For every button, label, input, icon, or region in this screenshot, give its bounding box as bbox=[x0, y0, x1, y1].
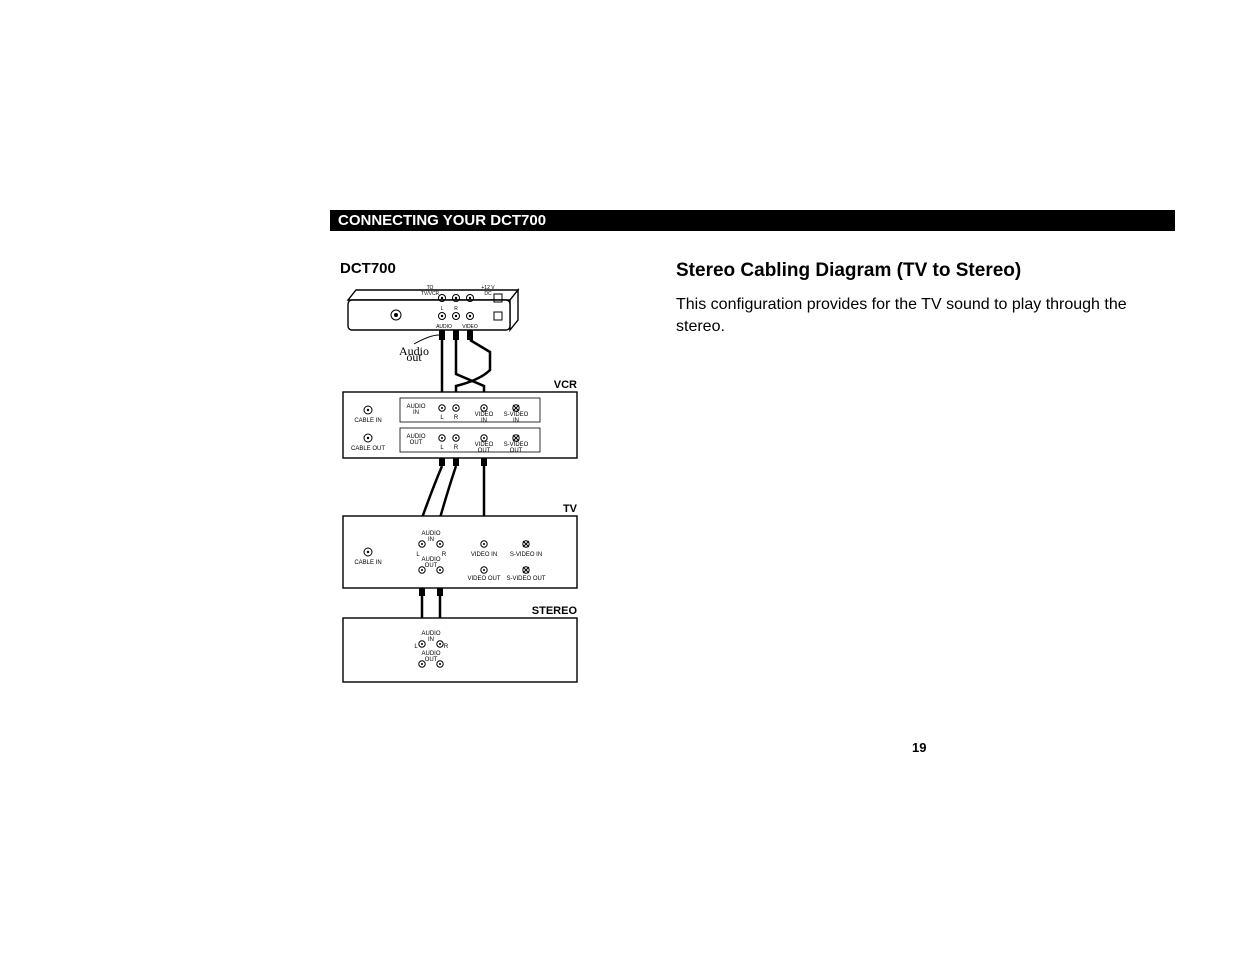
dct700-unit: TOTV/VCR +12 VDC AUDIO L R VIDEO bbox=[348, 285, 518, 340]
tv-in-video: VIDEO IN bbox=[471, 552, 497, 558]
vcr-label: VCR bbox=[554, 379, 577, 391]
tv-out-svideo: S-VIDEO OUT bbox=[506, 576, 545, 582]
dct-r: R bbox=[454, 306, 458, 312]
vcr-cablein: CABLE IN bbox=[354, 418, 381, 424]
tv-label: TV bbox=[563, 503, 578, 515]
section-header: CONNECTING YOUR DCT700 bbox=[330, 210, 1175, 231]
page-number: 19 bbox=[912, 740, 926, 755]
tv-cablein: CABLE IN bbox=[354, 560, 381, 566]
audio-out-label: Audioout bbox=[399, 344, 429, 364]
dct-video: VIDEO bbox=[462, 324, 478, 330]
manual-page: CONNECTING YOUR DCT700 DCT700 Stereo Cab… bbox=[0, 0, 1235, 954]
vcr-out-r: R bbox=[454, 445, 459, 451]
dct-l: L bbox=[441, 306, 444, 312]
tv-in-r: R bbox=[442, 552, 447, 558]
tv-out-video: VIDEO OUT bbox=[467, 576, 500, 582]
diagram-device-name: DCT700 bbox=[340, 260, 396, 277]
dct-top-tvvcr: TOTV/VCR bbox=[421, 285, 440, 297]
content-body: This configuration provides for the TV s… bbox=[676, 294, 1136, 337]
content-heading: Stereo Cabling Diagram (TV to Stereo) bbox=[676, 260, 1136, 282]
stereo-label: STEREO bbox=[532, 605, 578, 617]
tv-in-svideo: S-VIDEO IN bbox=[510, 552, 542, 558]
dct-audio: AUDIO bbox=[436, 324, 452, 330]
vcr-in-r: R bbox=[454, 415, 459, 421]
wiring-diagram: TOTV/VCR +12 VDC AUDIO L R VIDEO Audioou… bbox=[340, 280, 580, 690]
content-column: Stereo Cabling Diagram (TV to Stereo) Th… bbox=[676, 260, 1136, 337]
vcr-cableout: CABLE OUT bbox=[351, 446, 385, 452]
stereo-in-r: R bbox=[444, 644, 449, 650]
